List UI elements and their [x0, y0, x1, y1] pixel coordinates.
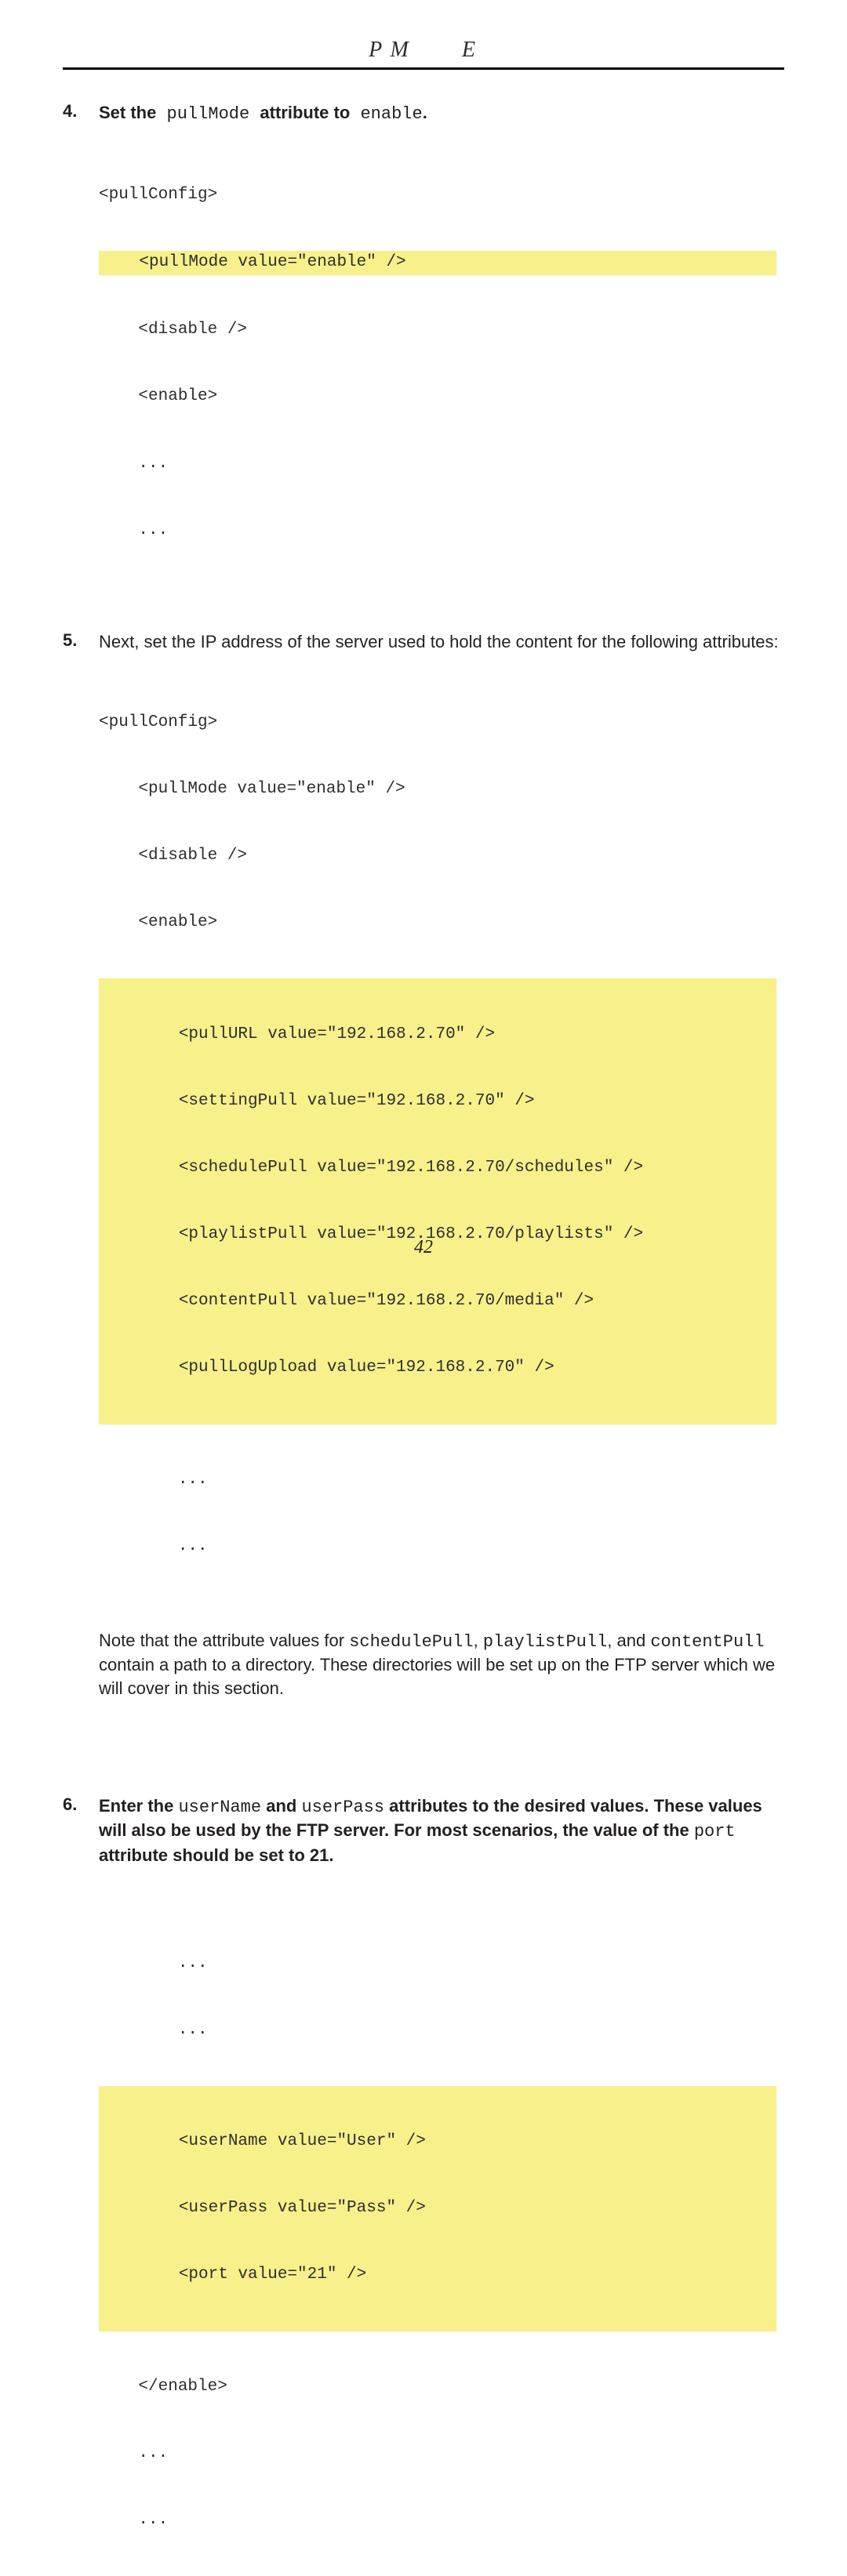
code-line: ...	[99, 2509, 784, 2531]
note-part: , and	[607, 1631, 650, 1650]
note-part: contain a path to a directory. These dir…	[99, 1655, 775, 1698]
code-line: <disable />	[99, 845, 784, 867]
code-line-highlight: <contentPull value="192.168.2.70/media" …	[100, 1290, 776, 1312]
note-code: contentPull	[650, 1632, 764, 1652]
code-line: ...	[99, 520, 784, 542]
code-block-5: <pullConfig> <pullMode value="enable" />…	[99, 667, 784, 1602]
step-5-text: Next, set the IP address of the server u…	[99, 630, 784, 654]
step-4-inline-code-2: enable	[350, 104, 422, 124]
code-line-highlight: <pullURL value="192.168.2.70" />	[100, 1024, 776, 1046]
step-6-part: Enter the	[99, 1796, 178, 1816]
code-line: <enable>	[99, 912, 784, 934]
code-line-highlight: <userPass value="Pass" />	[100, 2197, 776, 2219]
code-line: </enable>	[99, 2376, 784, 2398]
code-block-4: <pullConfig> <pullMode value="enable" />…	[99, 140, 784, 586]
step-4-inline-code-1: pullMode	[156, 104, 260, 124]
code-line: ...	[99, 1536, 784, 1558]
code-highlight-block: <userName value="User" /> <userPass valu…	[99, 2086, 776, 2332]
step-6-part: and	[261, 1796, 301, 1816]
code-line: <enable>	[99, 386, 784, 408]
step-4-text-before: Set the	[99, 103, 156, 122]
step-4-text-mid: attribute to	[260, 103, 350, 122]
note-code: schedulePull	[349, 1632, 473, 1652]
step-6-code: userPass	[301, 1798, 384, 1817]
step-6-code: userName	[178, 1798, 261, 1817]
step-6-part: attribute should be set to 21.	[99, 1845, 333, 1865]
code-line: <pullConfig>	[99, 712, 784, 734]
step-4: 4. Set the pullMode attribute to enable.	[63, 101, 784, 126]
page-number: 42	[0, 1237, 847, 1258]
code-line: ...	[99, 1953, 784, 1975]
step-6-number: 6.	[63, 1794, 99, 1867]
code-line-highlight: <settingPull value="192.168.2.70" />	[100, 1090, 776, 1112]
code-line: ...	[99, 1469, 784, 1491]
step-4-text: Set the pullMode attribute to enable.	[99, 101, 784, 126]
step-4-number: 4.	[63, 101, 99, 126]
code-highlight-block: <pullURL value="192.168.2.70" /> <settin…	[99, 978, 776, 1424]
step-4-text-after: .	[423, 103, 427, 122]
code-line: ...	[99, 2443, 784, 2465]
step-5-note: Note that the attribute values for sched…	[99, 1629, 784, 1700]
code-line-highlight: <schedulePull value="192.168.2.70/schedu…	[100, 1157, 776, 1179]
code-line: <pullConfig>	[99, 184, 784, 206]
code-line: ...	[99, 453, 784, 475]
step-5: 5. Next, set the IP address of the serve…	[63, 630, 784, 654]
note-part: ,	[474, 1631, 483, 1650]
code-line: ...	[99, 2019, 784, 2041]
code-line: <pullMode value="enable" />	[99, 778, 784, 800]
header-rule	[63, 67, 784, 70]
code-block-6: ... ... <userName value="User" /> <userP…	[99, 1908, 784, 2576]
step-6: 6. Enter the userName and userPass attri…	[63, 1794, 784, 1867]
code-line-highlight: <port value="21" />	[100, 2264, 776, 2286]
code-line-highlight: <pullMode value="enable" />	[99, 251, 776, 274]
code-line-highlight: <userName value="User" />	[100, 2131, 776, 2153]
step-6-text: Enter the userName and userPass attribut…	[99, 1794, 784, 1867]
running-head: P M E	[63, 38, 784, 63]
step-6-code: port	[694, 1822, 736, 1841]
step-5-number: 5.	[63, 630, 99, 654]
note-part: Note that the attribute values for	[99, 1631, 349, 1650]
code-line: <disable />	[99, 319, 784, 341]
note-code: playlistPull	[483, 1632, 607, 1652]
code-line-highlight: <pullLogUpload value="192.168.2.70" />	[100, 1357, 776, 1379]
page: P M E 4. Set the pullMode attribute to e…	[0, 0, 847, 1308]
